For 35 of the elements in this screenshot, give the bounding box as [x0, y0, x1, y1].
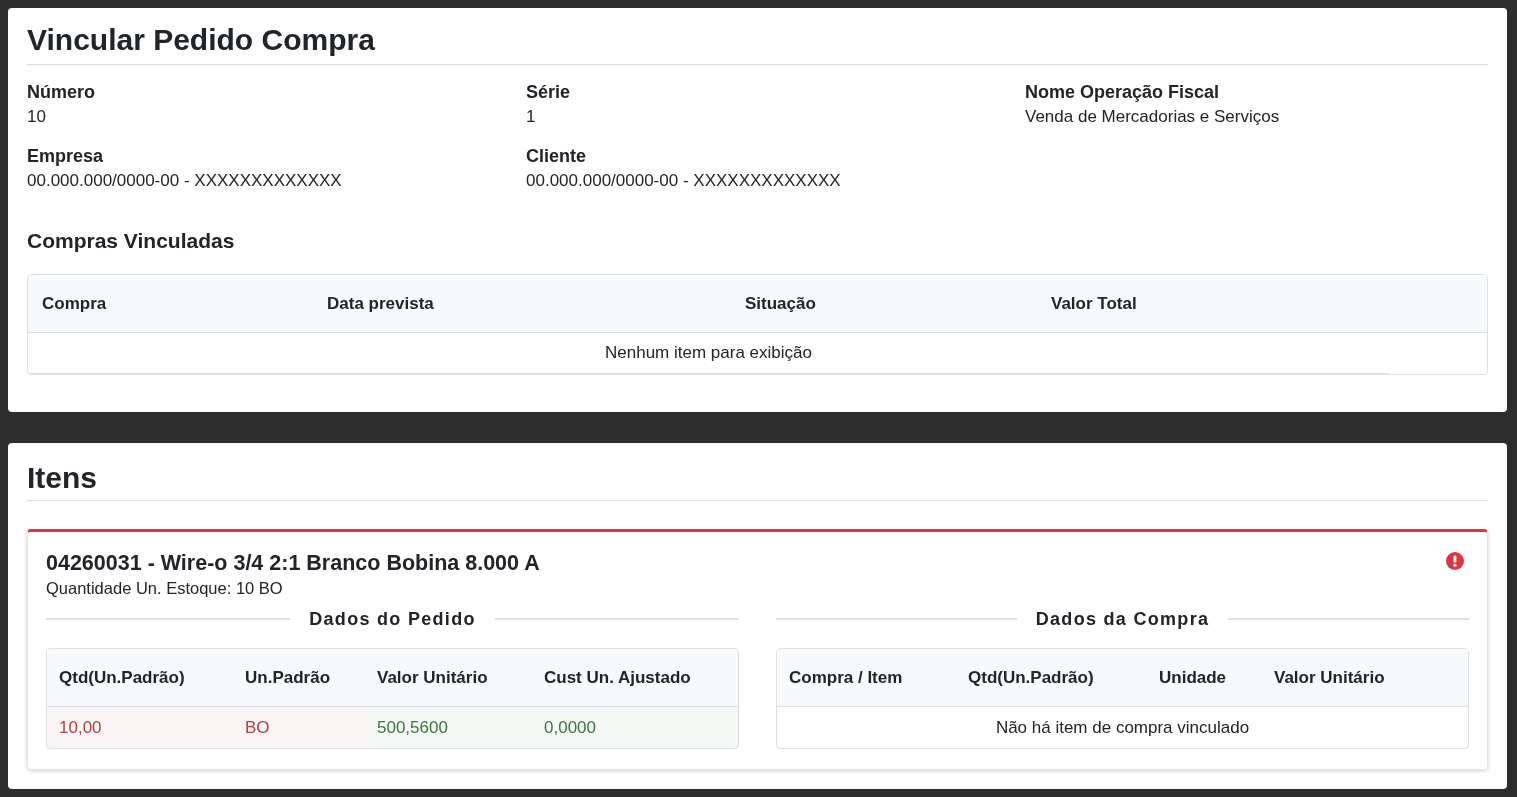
- empty-message: Não há item de compra vinculado: [995, 717, 1250, 738]
- table-cell: 10,00: [47, 707, 233, 748]
- field-value: 00.000.000/0000-00 - XXXXXXXXXXXXX: [526, 170, 842, 192]
- column-header: Cust Un. Ajustado: [543, 667, 692, 688]
- field-value: 00.000.000/0000-00 - XXXXXXXXXXXXX: [27, 170, 343, 192]
- stock-quantity: Quantidade Un. Estoque: 10 BO: [46, 578, 284, 598]
- column-header: Data prevista: [326, 293, 435, 314]
- section-heading: Dados da Compra: [1035, 608, 1210, 630]
- field-label: Série: [526, 81, 572, 104]
- field-label: Nome Operação Fiscal: [1025, 81, 1221, 104]
- field-label: Número: [27, 81, 96, 104]
- table-cell: 0,0000: [532, 707, 738, 748]
- column-header: Valor Unitário: [1273, 667, 1386, 688]
- column-header: Valor Unitário: [376, 667, 489, 688]
- item-title: 04260031 - Wire-o 3/4 2:1 Branco Bobina 8.000 A: [46, 550, 540, 577]
- column-header: Compra / Item: [788, 667, 904, 688]
- section-title: Compras Vinculadas: [27, 228, 236, 254]
- section-heading: Dados do Pedido: [309, 608, 476, 630]
- column-header: Qtd(Un.Padrão): [58, 667, 186, 688]
- column-header: Qtd(Un.Padrão): [967, 667, 1095, 688]
- empty-message: Nenhum item para exibição: [605, 343, 812, 363]
- table-cell: 500,5600: [365, 707, 532, 748]
- column-header: Valor Total: [1050, 293, 1138, 314]
- section-title: Itens: [27, 460, 99, 496]
- column-header: Situação: [744, 293, 817, 314]
- page-title: Vincular Pedido Compra: [27, 22, 376, 58]
- table-cell: BO: [233, 707, 365, 748]
- field-label: Empresa: [27, 145, 105, 168]
- column-header: Un.Padrão: [244, 667, 332, 688]
- field-label: Cliente: [526, 145, 587, 168]
- field-value: 1: [526, 106, 537, 128]
- column-header: Compra: [41, 293, 108, 314]
- field-value: Venda de Mercadorias e Serviços: [1025, 106, 1281, 128]
- column-header: Unidade: [1158, 667, 1228, 688]
- field-value: 10: [27, 106, 47, 128]
